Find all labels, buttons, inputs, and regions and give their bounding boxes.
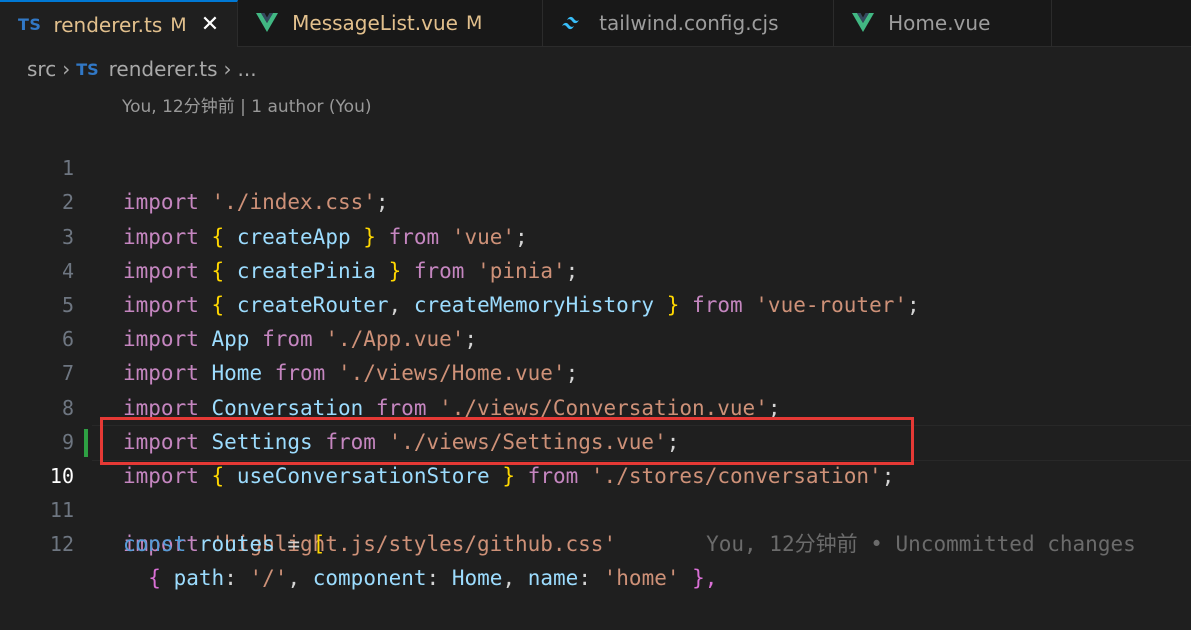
code-line: 1 import './index.css'; <box>0 117 1191 214</box>
chevron-right-icon: › <box>62 57 71 81</box>
tab-messagelist-vue[interactable]: MessageList.vue M <box>238 0 544 46</box>
tailwind-file-icon <box>562 16 580 30</box>
line-number: 12 <box>49 532 74 557</box>
tab-renderer-ts[interactable]: TS renderer.ts M ✕ <box>0 0 239 47</box>
git-added-gutter-marker <box>84 428 88 457</box>
tab-label: MessageList.vue <box>292 11 458 35</box>
typescript-file-icon: TS <box>76 59 99 79</box>
modified-badge: M <box>170 13 187 36</box>
inline-git-blame: You, 12分钟前 • Uncommitted changes <box>706 532 1136 557</box>
breadcrumb-folder[interactable]: src <box>27 57 56 81</box>
chevron-right-icon: › <box>223 57 232 81</box>
vue-file-icon <box>852 13 875 32</box>
close-icon[interactable]: ✕ <box>201 12 219 37</box>
code-line: 3 import { createPinia } from 'pinia'; <box>0 185 1191 283</box>
code-line: 7 import Conversation from './views/Conv… <box>0 322 1191 419</box>
tab-label: tailwind.config.cjs <box>599 11 779 35</box>
vue-file-icon <box>256 13 279 32</box>
tab-label: Home.vue <box>888 11 991 35</box>
code-line: 8 import Settings from './views/Settings… <box>0 356 1191 454</box>
tab-home-vue[interactable]: Home.vue <box>834 0 1053 46</box>
tab-label: renderer.ts <box>53 12 163 37</box>
code-line: 4 import { createRouter, createMemoryHis… <box>0 220 1191 317</box>
line-content: const routes = [ <box>123 532 326 557</box>
code-line: 2 import { createApp } from 'vue'; <box>0 151 1191 248</box>
typescript-file-icon: TS <box>18 15 42 34</box>
annotation-highlight-box <box>100 417 914 465</box>
code-line: 5 import App from './App.vue'; <box>0 254 1191 351</box>
breadcrumb-file[interactable]: renderer.ts <box>109 57 218 81</box>
breadcrumb-more[interactable]: ... <box>238 57 257 81</box>
editor-tab-bar: TS renderer.ts M ✕ MessageList.vue M tai… <box>0 0 1191 47</box>
tab-tailwind-config[interactable]: tailwind.config.cjs <box>543 0 835 46</box>
line-content: { path: '/', component: Home, name: 'hom… <box>148 566 718 591</box>
git-blame-codelens[interactable]: You, 12分钟前 | 1 author (You) <box>122 92 372 117</box>
modified-badge: M <box>465 12 483 34</box>
code-line: 12 { path: '/', component: Home, name: '… <box>0 493 1191 590</box>
code-line: 6 import Home from './views/Home.vue'; <box>0 288 1191 385</box>
breadcrumb: src › TS renderer.ts › ... <box>0 54 1191 84</box>
code-editor[interactable]: 1 import './index.css'; 2 import { creat… <box>0 117 1191 590</box>
